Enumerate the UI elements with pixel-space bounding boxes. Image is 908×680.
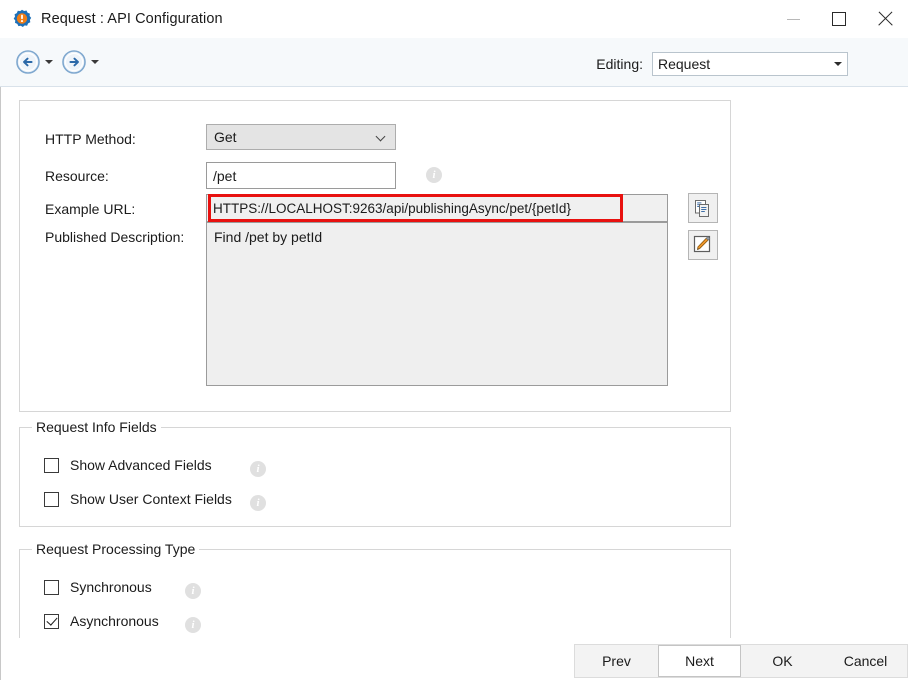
- toolbar: Editing: Request: [0, 38, 908, 87]
- show-advanced-fields-info-icon[interactable]: i: [250, 461, 266, 477]
- window-title: Request : API Configuration: [41, 11, 223, 27]
- maximize-icon[interactable]: [816, 0, 862, 38]
- editing-combobox[interactable]: Request: [652, 52, 848, 76]
- example-url-input[interactable]: HTTPS://LOCALHOST:9263/api/publishingAsy…: [206, 194, 668, 222]
- published-description-label: Published Description:: [45, 229, 185, 245]
- editing-combobox-value: Request: [658, 56, 711, 72]
- next-button[interactable]: Next: [658, 645, 741, 677]
- editing-selector: Editing: Request: [596, 52, 848, 76]
- edit-pencil-icon[interactable]: [688, 230, 718, 260]
- published-description-textarea[interactable]: Find /pet by petId: [206, 222, 668, 386]
- chevron-down-icon[interactable]: [828, 53, 847, 75]
- request-processing-type-group: Request Processing Type Synchronous i As…: [19, 541, 731, 649]
- minimize-icon[interactable]: [770, 0, 816, 38]
- resource-label: Resource:: [45, 168, 109, 184]
- example-url-value: HTTPS://LOCALHOST:9263/api/publishingAsy…: [213, 200, 571, 216]
- forward-arrow-icon[interactable]: [60, 48, 88, 76]
- checkbox-box[interactable]: [44, 613, 59, 629]
- checkbox-label: Synchronous: [70, 579, 152, 595]
- back-arrow-icon[interactable]: [14, 48, 42, 76]
- ok-button[interactable]: OK: [741, 645, 824, 677]
- example-url-label: Example URL:: [45, 201, 136, 217]
- resource-value: /pet: [213, 167, 237, 184]
- editing-label: Editing:: [596, 56, 643, 72]
- cancel-button[interactable]: Cancel: [824, 645, 907, 677]
- dialog-content: HTTP Method: Get Resource: /pet i Exampl…: [0, 87, 908, 649]
- checkbox-show-advanced-fields[interactable]: Show Advanced Fields: [44, 457, 212, 473]
- dialog-button-row: Prev Next OK Cancel: [574, 644, 908, 678]
- resource-input[interactable]: /pet: [206, 162, 396, 189]
- forward-dropdown-chevron-down-icon[interactable]: [88, 48, 102, 76]
- back-dropdown-chevron-down-icon[interactable]: [42, 48, 56, 76]
- synchronous-info-icon[interactable]: i: [185, 583, 201, 599]
- checkbox-box[interactable]: [44, 579, 59, 595]
- title-bar: Request : API Configuration: [0, 0, 908, 38]
- close-icon[interactable]: [862, 0, 908, 38]
- http-method-combobox[interactable]: Get: [206, 124, 396, 150]
- show-user-context-fields-info-icon[interactable]: i: [250, 495, 266, 511]
- window-controls: [770, 0, 908, 38]
- chevron-down-icon: [377, 132, 386, 141]
- checkbox-label: Show Advanced Fields: [70, 457, 212, 473]
- copy-icon[interactable]: [688, 193, 718, 223]
- checkbox-box[interactable]: [44, 457, 59, 473]
- checkbox-label: Show User Context Fields: [70, 491, 232, 507]
- request-info-fields-title: Request Info Fields: [32, 419, 161, 435]
- http-method-value: Get: [214, 129, 237, 145]
- checkbox-show-user-context-fields[interactable]: Show User Context Fields: [44, 491, 232, 507]
- asynchronous-info-icon[interactable]: i: [185, 617, 201, 633]
- gear-icon: [12, 9, 32, 29]
- http-method-label: HTTP Method:: [45, 131, 136, 147]
- checkbox-box[interactable]: [44, 491, 59, 507]
- checkbox-asynchronous[interactable]: Asynchronous: [44, 613, 159, 629]
- checkbox-label: Asynchronous: [70, 613, 159, 629]
- prev-button[interactable]: Prev: [575, 645, 658, 677]
- published-description-value: Find /pet by petId: [214, 229, 323, 245]
- request-processing-type-title: Request Processing Type: [32, 541, 200, 557]
- checkbox-synchronous[interactable]: Synchronous: [44, 579, 152, 595]
- dialog-footer: Prev Next OK Cancel: [0, 638, 908, 680]
- navigation-group: [14, 48, 106, 76]
- resource-info-icon[interactable]: i: [426, 167, 442, 183]
- request-details-panel: HTTP Method: Get Resource: /pet i Exampl…: [19, 100, 731, 412]
- request-info-fields-group: Request Info Fields Show Advanced Fields…: [19, 419, 731, 527]
